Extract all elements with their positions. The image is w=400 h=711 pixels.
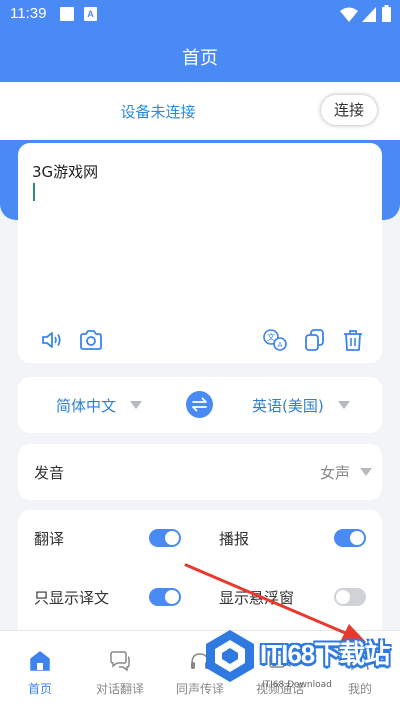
home-icon (30, 651, 50, 671)
svg-text:A: A (278, 341, 283, 349)
broadcast-toggle[interactable] (334, 529, 366, 547)
source-language-select[interactable]: 简体中文 (56, 395, 116, 416)
target-dropdown-icon[interactable] (338, 401, 350, 409)
only-translation-toggle[interactable] (149, 588, 181, 606)
status-time: 11:39 (10, 5, 47, 22)
tab-label-conversation: 对话翻译 (95, 682, 144, 696)
watermark-emblem-icon (206, 630, 254, 682)
copy-icon[interactable] (302, 327, 328, 353)
watermark-brand: ITI68下载站 (260, 639, 390, 669)
options-card: 翻译 播报 只显示译文 显示悬浮窗 (18, 510, 382, 640)
swap-languages-button[interactable] (186, 391, 213, 418)
tab-home[interactable]: 首页 (0, 631, 80, 711)
connection-bar: 设备未连接 连接 (0, 82, 400, 140)
toggle-knob (350, 531, 364, 545)
tab-conversation[interactable]: 对话翻译 (80, 631, 160, 711)
signal-icon (362, 7, 376, 22)
input-text[interactable]: 3G游戏网 (32, 161, 98, 182)
wifi-icon (340, 7, 358, 22)
connection-status: 设备未连接 (120, 103, 196, 121)
chat-icon (110, 651, 130, 672)
voice-dropdown-icon[interactable] (360, 468, 372, 476)
floating-window-toggle[interactable] (334, 588, 366, 606)
camera-icon[interactable] (78, 327, 104, 353)
battery-icon (382, 5, 391, 22)
app-header: 首页 (0, 30, 400, 82)
page-title: 首页 (182, 48, 218, 69)
source-dropdown-icon[interactable] (130, 401, 142, 409)
a-badge-icon: A (84, 7, 97, 21)
status-bar: 11:39 A (0, 0, 400, 30)
translate-icon[interactable]: 文 A (262, 327, 288, 353)
speaker-icon[interactable] (40, 327, 66, 353)
text-cursor (33, 183, 35, 201)
option-label-broadcast: 播报 (219, 530, 250, 548)
option-label-floating-window: 显示悬浮窗 (219, 589, 295, 607)
option-label-only-translation: 只显示译文 (34, 589, 110, 607)
connect-button[interactable]: 连接 (321, 95, 377, 125)
voice-value[interactable]: 女声 (320, 462, 350, 483)
notification-icon (60, 7, 74, 21)
toggle-knob (165, 590, 179, 604)
watermark-subtitle: ITI68 Download (262, 680, 332, 690)
option-label-translate: 翻译 (34, 530, 65, 548)
translate-toggle[interactable] (149, 529, 181, 547)
language-selector-card: 简体中文 英语(美国) (18, 377, 382, 433)
target-language-select[interactable]: 英语(美国) (252, 395, 324, 416)
voice-label: 发音 (34, 464, 65, 482)
tab-label-home: 首页 (27, 682, 52, 696)
delete-icon[interactable] (340, 327, 366, 353)
toggle-knob (336, 590, 350, 604)
watermark-logo: ITI68下载站 ITI68 Download (200, 624, 400, 710)
translation-input-card[interactable]: 3G游戏网 文 A (18, 143, 382, 363)
toggle-knob (165, 531, 179, 545)
svg-text:文: 文 (267, 332, 275, 342)
voice-setting-card[interactable]: 发音 女声 (18, 444, 382, 500)
swap-icon (192, 397, 207, 412)
